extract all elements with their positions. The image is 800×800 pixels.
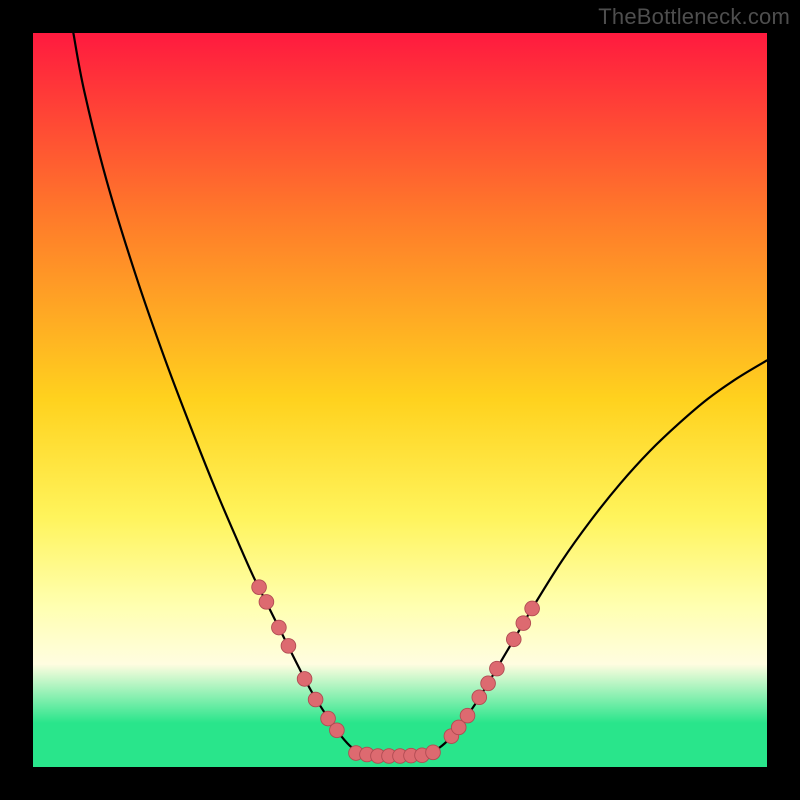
chart-plot-area <box>33 33 767 767</box>
marker-left <box>272 620 287 635</box>
marker-left <box>252 580 267 595</box>
marker-left <box>308 692 323 707</box>
chart-svg <box>33 33 767 767</box>
marker-right <box>516 616 531 631</box>
marker-bottom <box>426 745 441 760</box>
marker-right <box>490 661 505 676</box>
watermark-label: TheBottleneck.com <box>598 4 790 30</box>
chart-stage: TheBottleneck.com <box>0 0 800 800</box>
marker-left <box>330 723 345 738</box>
marker-right <box>506 632 521 647</box>
marker-right <box>472 690 487 705</box>
marker-left <box>297 672 312 687</box>
marker-right <box>525 601 540 616</box>
marker-left <box>259 595 274 610</box>
marker-right <box>481 676 496 691</box>
chart-background-gradient <box>33 33 767 767</box>
marker-left <box>281 639 296 654</box>
marker-right <box>460 708 475 723</box>
